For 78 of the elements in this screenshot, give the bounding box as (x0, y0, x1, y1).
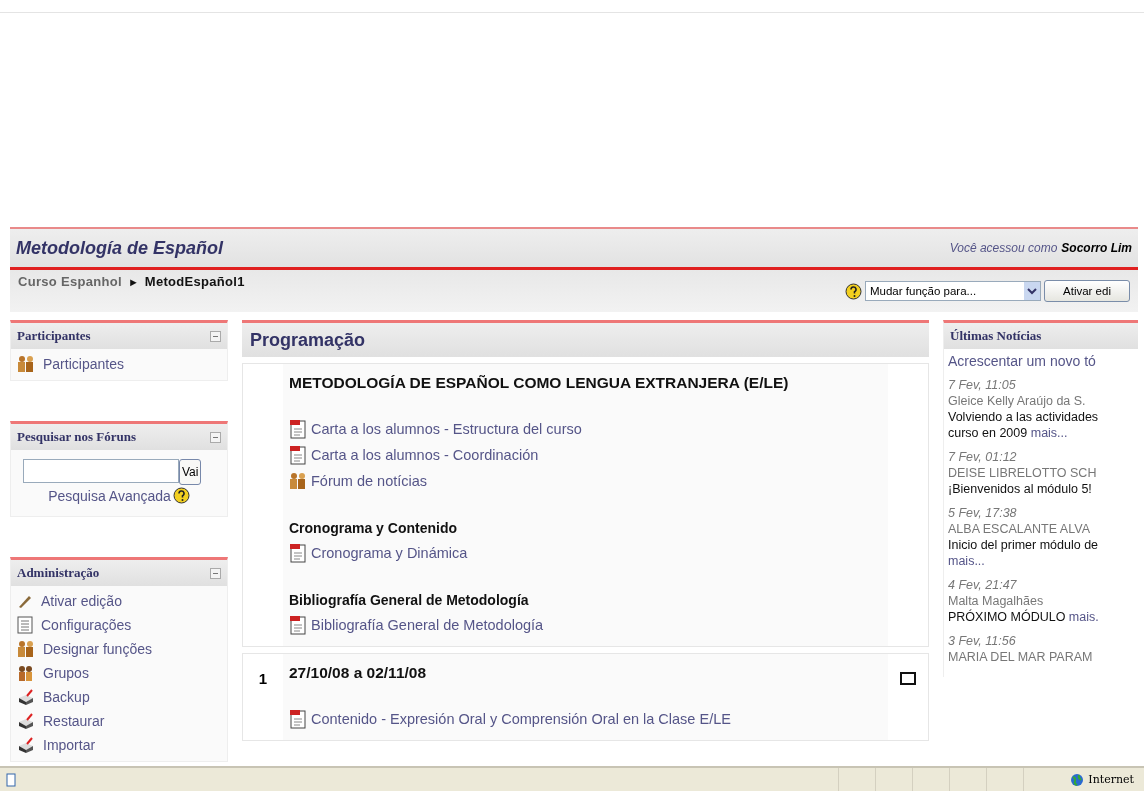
block-link[interactable]: Grupos (43, 665, 89, 681)
post-date: 7 Fev, 11:05 (948, 377, 1017, 393)
block-title: Últimas Notícias (950, 328, 1042, 344)
post-author: Malta Magalhães (948, 593, 1045, 609)
resource-link[interactable]: Carta a los alumnos - Coordinación (311, 447, 539, 463)
topic-label: Bibliografía General de Metodología (289, 591, 530, 610)
topic-title: METODOLOGÍA DE ESPAÑOL COMO LENGUA EXTRANJERA (E/LE) (289, 374, 790, 392)
block-link[interactable]: Configurações (41, 617, 132, 633)
pdf-icon (289, 543, 307, 563)
caret-icon (1024, 282, 1040, 300)
pencil-icon (17, 593, 33, 609)
block-link[interactable]: Designar funções (43, 641, 152, 657)
block-title: Participantes (17, 328, 91, 344)
post-author: ALBA ESCALANTE ALVA (948, 521, 1091, 537)
people-icon (17, 355, 35, 373)
resource-link[interactable]: Cronograma y Dinámica (311, 545, 468, 561)
post-text: Volviendo a las actividades (948, 410, 1099, 424)
more-link[interactable]: mais... (948, 554, 985, 568)
post-text: curso en 2009 (948, 426, 1028, 440)
resource-link[interactable]: Contenido - Expresión Oral y Comprensión Oral en la Clase E/LE (311, 711, 731, 727)
block-title: Pesquisar nos Fóruns (17, 429, 136, 445)
help-icon[interactable] (845, 282, 862, 300)
post-author: Gleice Kelly Araújo da S. (948, 393, 1087, 409)
edit-mode-button[interactable]: Ativar edi (1044, 280, 1130, 302)
pdf-icon (289, 419, 307, 439)
post-author: MARIA DEL MAR PARAM (948, 649, 1094, 665)
block-link[interactable]: Restaurar (43, 713, 105, 729)
section-title: Programação (250, 329, 366, 351)
pdf-icon (289, 445, 307, 465)
breadcrumb-link[interactable]: Curso Espanhol (18, 274, 122, 289)
more-link[interactable]: mais... (1030, 426, 1068, 440)
document-icon (17, 616, 33, 634)
pdf-icon (289, 709, 307, 729)
login-info: Você acessou como (949, 241, 1058, 255)
pdf-icon (289, 615, 307, 635)
post-author: DEISE LIBRELOTTO SCH (948, 465, 1098, 481)
box-icon (17, 736, 35, 754)
block-title: Administração (17, 565, 100, 581)
box-icon (17, 688, 35, 706)
security-zone: Internet (1088, 773, 1134, 786)
add-topic-link[interactable]: Acrescentar um novo tó (948, 353, 1134, 369)
collapse-icon[interactable] (210, 567, 221, 579)
topic-label: Cronograma y Contenido (289, 519, 458, 538)
resource-link[interactable]: Bibliografía General de Metodología (311, 617, 544, 633)
post-text: Inicio del primer módulo de (948, 538, 1099, 552)
post-text: ¡Bienvenidos al módulo 5! (948, 482, 1092, 496)
post-date: 3 Fev, 11:56 (948, 633, 1017, 649)
block-link[interactable]: Ativar edição (41, 593, 122, 609)
breadcrumb-link[interactable]: MetodEspañol1 (144, 274, 245, 289)
role-select[interactable]: Mudar função para... (865, 281, 1041, 301)
search-button[interactable]: Vai (179, 459, 202, 485)
page-icon (6, 772, 16, 787)
people-icon (17, 640, 35, 658)
collapse-icon[interactable] (210, 330, 221, 342)
block-link[interactable]: Importar (43, 737, 96, 753)
people-icon (289, 472, 307, 490)
post-date: 5 Fev, 17:38 (948, 505, 1018, 521)
block-link[interactable]: Backup (43, 689, 90, 705)
globe-icon (1070, 772, 1085, 787)
advanced-search-link[interactable]: Pesquisa Avançada (48, 487, 171, 504)
highlight-toggle-icon[interactable] (900, 672, 916, 685)
post-text: PRÓXIMO MÓDULO (948, 610, 1066, 624)
course-title: Metodología de Español (16, 237, 223, 259)
forum-link[interactable]: Fórum de notícias (311, 473, 428, 489)
topic-title: 27/10/08 a 02/11/08 (289, 664, 428, 682)
post-date: 4 Fev, 21:47 (948, 577, 1018, 593)
resource-link[interactable]: Carta a los alumnos - Estructura del curso (311, 421, 582, 437)
people-icon (17, 664, 35, 682)
user-name[interactable]: Socorro Lim (1061, 241, 1132, 255)
search-field[interactable] (23, 459, 179, 483)
collapse-icon[interactable] (210, 431, 221, 443)
help-icon[interactable] (172, 487, 190, 504)
breadcrumb-separator: ► (127, 275, 139, 288)
block-link[interactable]: Participantes (43, 356, 124, 372)
post-date: 7 Fev, 01:12 (948, 449, 1018, 465)
section-number: 1 (258, 670, 268, 687)
box-icon (17, 712, 35, 730)
more-link[interactable]: mais. (1068, 610, 1099, 624)
